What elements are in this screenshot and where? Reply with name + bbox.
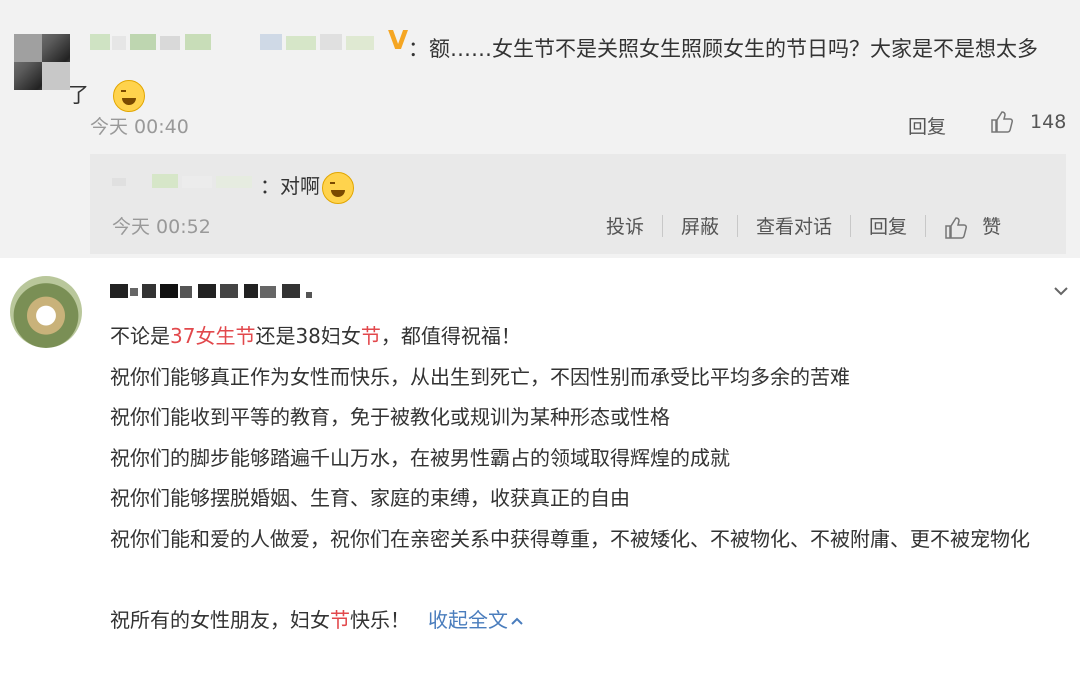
comment-text: ：额……女生节不是关照女生照顾女生的节日吗？大家是不是想太多了 (68, 26, 1060, 118)
reply-button[interactable]: 回复 (908, 112, 946, 139)
comment-line: 祝你们能够真正作为女性而快乐，从出生到死亡，不因性别而承受比平均多余的苦难 (110, 364, 850, 389)
reply-button[interactable]: 回复 (869, 212, 907, 239)
comment-text: 不论是37女生节还是38妇女节，都值得祝福！ 祝你们能够真正作为女性而快乐，从出… (110, 316, 1070, 640)
avatar-pixel (42, 62, 70, 90)
crying-emoji-icon (322, 171, 354, 204)
comment-line: 祝你们能够摆脱婚姻、生育、家庭的束缚，收获真正的自由 (110, 486, 630, 510)
laughing-crying-emoji-icon (113, 80, 145, 112)
collapse-text-link[interactable]: 收起全文 (428, 608, 524, 632)
thumb-up-icon (945, 216, 968, 239)
comment-line: 祝你们能和爱的人做爱，祝你们在亲密关系中获得尊重，不被矮化、不被物化、不被附庸、… (110, 526, 1030, 551)
divider (850, 214, 852, 237)
like-button[interactable]: 148 (990, 110, 1066, 134)
view-conversation-button[interactable]: 查看对话 (756, 212, 832, 239)
sub-username-pixelated[interactable] (112, 172, 260, 192)
avatar[interactable] (10, 276, 82, 348)
thumb-up-icon (991, 111, 1013, 133)
divider (925, 214, 927, 237)
sub-reply-actions: 投诉 屏蔽 查看对话 回复 赞 (606, 212, 1001, 240)
comment-line: 祝所有的女性朋友，妇女节快乐！ 收起全文 (110, 600, 1070, 641)
divider (737, 214, 739, 237)
username-pixelated[interactable] (110, 282, 330, 300)
sub-reply-timestamp: 今天 00:52 (112, 216, 211, 238)
chevron-down-icon[interactable] (1052, 282, 1070, 300)
comment-line: 祝你们的脚步能够踏遍千山万水，在被男性霸占的领域取得辉煌的成就 (110, 445, 730, 470)
avatar-pixel (14, 34, 42, 62)
like-button[interactable]: 赞 (944, 212, 1001, 240)
report-button[interactable]: 投诉 (606, 212, 644, 239)
block-button[interactable]: 屏蔽 (681, 212, 719, 239)
sub-reply-text: ：对啊 (260, 170, 354, 204)
comment-line: 祝你们能收到平等的教育，免于被教化或规训为某种形态或性格 (110, 405, 670, 429)
divider (662, 214, 664, 237)
comment-timestamp: 今天 00:40 (90, 116, 189, 138)
comment-line: 不论是37女生节还是38妇女节，都值得祝福！ (110, 324, 521, 348)
chevron-up-icon (511, 617, 523, 625)
like-count: 148 (1030, 110, 1067, 133)
